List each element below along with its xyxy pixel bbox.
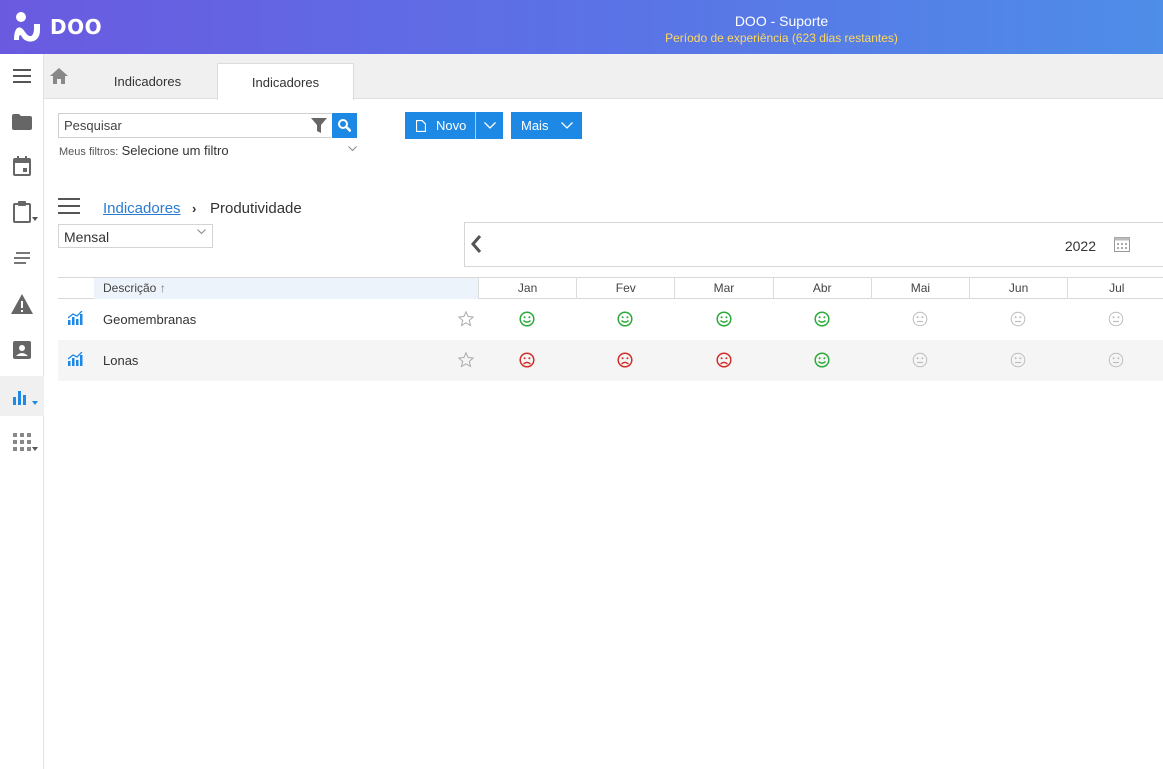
status-sad-icon[interactable] xyxy=(715,352,732,368)
table-row[interactable]: Geomembranas xyxy=(58,299,1163,340)
sidebar-menu-toggle[interactable] xyxy=(0,56,44,96)
search-box xyxy=(58,113,331,138)
period-select[interactable]: Mensal xyxy=(58,224,213,248)
trial-notice: Período de experiência (623 dias restant… xyxy=(665,31,898,45)
status-happy-icon[interactable] xyxy=(814,311,830,327)
brand-logo[interactable]: DOO xyxy=(10,10,102,44)
new-button-label: Novo xyxy=(436,118,467,133)
new-dropdown-button[interactable] xyxy=(476,112,503,139)
status-neutral-icon[interactable] xyxy=(912,352,928,368)
status-neutral-icon[interactable] xyxy=(912,311,928,327)
home-icon xyxy=(50,68,68,84)
column-header-month: Mar xyxy=(674,278,772,299)
search-icon xyxy=(338,119,351,132)
table-row[interactable]: Lonas xyxy=(58,340,1163,381)
year-navigator: 2022 xyxy=(464,222,1163,267)
filter-icon[interactable] xyxy=(311,118,327,133)
indicator-name[interactable]: Lonas xyxy=(103,340,138,381)
tab-bar: Indicadores Indicadores xyxy=(44,54,1163,100)
folder-icon xyxy=(12,114,32,130)
chevron-right-icon: › xyxy=(192,201,197,216)
favorite-star-icon[interactable] xyxy=(458,352,474,368)
sort-ascending-icon: ↑ xyxy=(159,281,166,295)
header-account: DOO - Suporte Período de experiência (62… xyxy=(600,12,963,46)
status-neutral-icon[interactable] xyxy=(1010,352,1026,368)
more-button[interactable]: Mais xyxy=(511,112,582,139)
status-neutral-icon[interactable] xyxy=(1010,311,1026,327)
status-sad-icon[interactable] xyxy=(617,352,633,368)
my-filters[interactable]: Meus filtros: Selecione um filtro xyxy=(59,143,359,158)
doo-logo-icon xyxy=(14,12,40,42)
column-header-month: Jun xyxy=(969,278,1067,299)
top-header: DOO DOO - Suporte Período de experiência… xyxy=(0,0,1163,54)
sidebar-item-tasks[interactable] xyxy=(0,192,44,232)
contact-icon xyxy=(13,341,31,359)
submenu-caret-icon xyxy=(32,217,38,221)
indicator-chart-icon xyxy=(68,352,83,366)
chevron-down-icon xyxy=(483,122,496,129)
status-happy-icon[interactable] xyxy=(617,311,633,327)
search-button[interactable] xyxy=(332,113,357,138)
new-button[interactable]: Novo xyxy=(405,112,475,139)
search-input[interactable] xyxy=(59,114,299,137)
status-happy-icon[interactable] xyxy=(814,352,830,368)
sidebar-item-folders[interactable] xyxy=(0,102,44,142)
status-neutral-icon[interactable] xyxy=(1108,311,1124,327)
table-body: Geomembranas Lonas xyxy=(58,299,1163,381)
favorite-star-icon[interactable] xyxy=(458,311,474,327)
home-tab[interactable] xyxy=(50,68,72,86)
chevron-down-icon xyxy=(197,229,206,235)
status-neutral-icon[interactable] xyxy=(1108,352,1124,368)
new-button-group: Novo xyxy=(405,112,503,139)
sidebar-item-calendar[interactable] xyxy=(0,146,44,186)
sidebar-item-indicators[interactable] xyxy=(0,376,44,416)
sidebar-item-more-apps[interactable] xyxy=(0,422,44,462)
tab-indicadores-1[interactable]: Indicadores xyxy=(79,63,216,99)
warning-icon xyxy=(11,294,33,314)
left-sidebar xyxy=(0,54,44,769)
apps-grid-icon xyxy=(13,433,31,451)
breadcrumb-menu-button[interactable] xyxy=(58,198,80,216)
brand-name: DOO xyxy=(50,15,103,39)
clipboard-icon xyxy=(13,201,31,223)
submenu-caret-icon xyxy=(32,401,38,405)
sidebar-item-occurrences[interactable] xyxy=(0,284,44,324)
submenu-caret-icon xyxy=(32,447,38,451)
list-icon xyxy=(14,252,30,264)
calendar-icon xyxy=(13,156,31,176)
column-header-month: Jan xyxy=(478,278,576,299)
tab-indicadores-active[interactable]: Indicadores xyxy=(217,63,354,100)
indicator-name[interactable]: Geomembranas xyxy=(103,299,196,340)
my-filters-value: Selecione um filtro xyxy=(121,143,229,158)
chevron-down-icon[interactable] xyxy=(348,146,357,152)
header-title: DOO - Suporte xyxy=(734,13,829,29)
sidebar-item-contacts[interactable] xyxy=(0,330,44,370)
more-button-label: Mais xyxy=(521,118,549,133)
bar-chart-icon xyxy=(13,391,26,405)
indicators-table: Descrição ↑ Jan Fev Mar Abr Mai Jun Jul Geomem… xyxy=(58,277,1163,381)
calendar-icon[interactable] xyxy=(1114,236,1130,252)
period-select-value: Mensal xyxy=(64,229,110,245)
chevron-down-icon xyxy=(561,122,574,129)
column-header-month: Mai xyxy=(870,278,969,299)
document-icon xyxy=(416,119,426,132)
column-header-month: Fev xyxy=(576,278,674,299)
status-happy-icon[interactable] xyxy=(519,311,535,327)
table-header: Descrição ↑ Jan Fev Mar Abr Mai Jun Jul xyxy=(58,277,1163,299)
column-header-label: Descrição xyxy=(103,281,157,295)
menu-icon xyxy=(13,69,31,83)
indicator-chart-icon xyxy=(68,311,83,325)
breadcrumb-parent-link[interactable]: Indicadores xyxy=(103,200,181,217)
sidebar-item-notes[interactable] xyxy=(0,238,44,278)
status-happy-icon[interactable] xyxy=(715,311,732,327)
column-header-descricao[interactable]: Descrição ↑ xyxy=(94,278,478,299)
breadcrumb-current: Produtividade xyxy=(210,200,302,217)
column-header-month: Jul xyxy=(1067,278,1163,299)
year-label: 2022 xyxy=(1064,238,1096,254)
status-sad-icon[interactable] xyxy=(519,352,535,368)
chevron-left-icon[interactable] xyxy=(469,233,483,255)
my-filters-label: Meus filtros: xyxy=(59,146,119,158)
column-header-month: Abr xyxy=(772,278,871,299)
